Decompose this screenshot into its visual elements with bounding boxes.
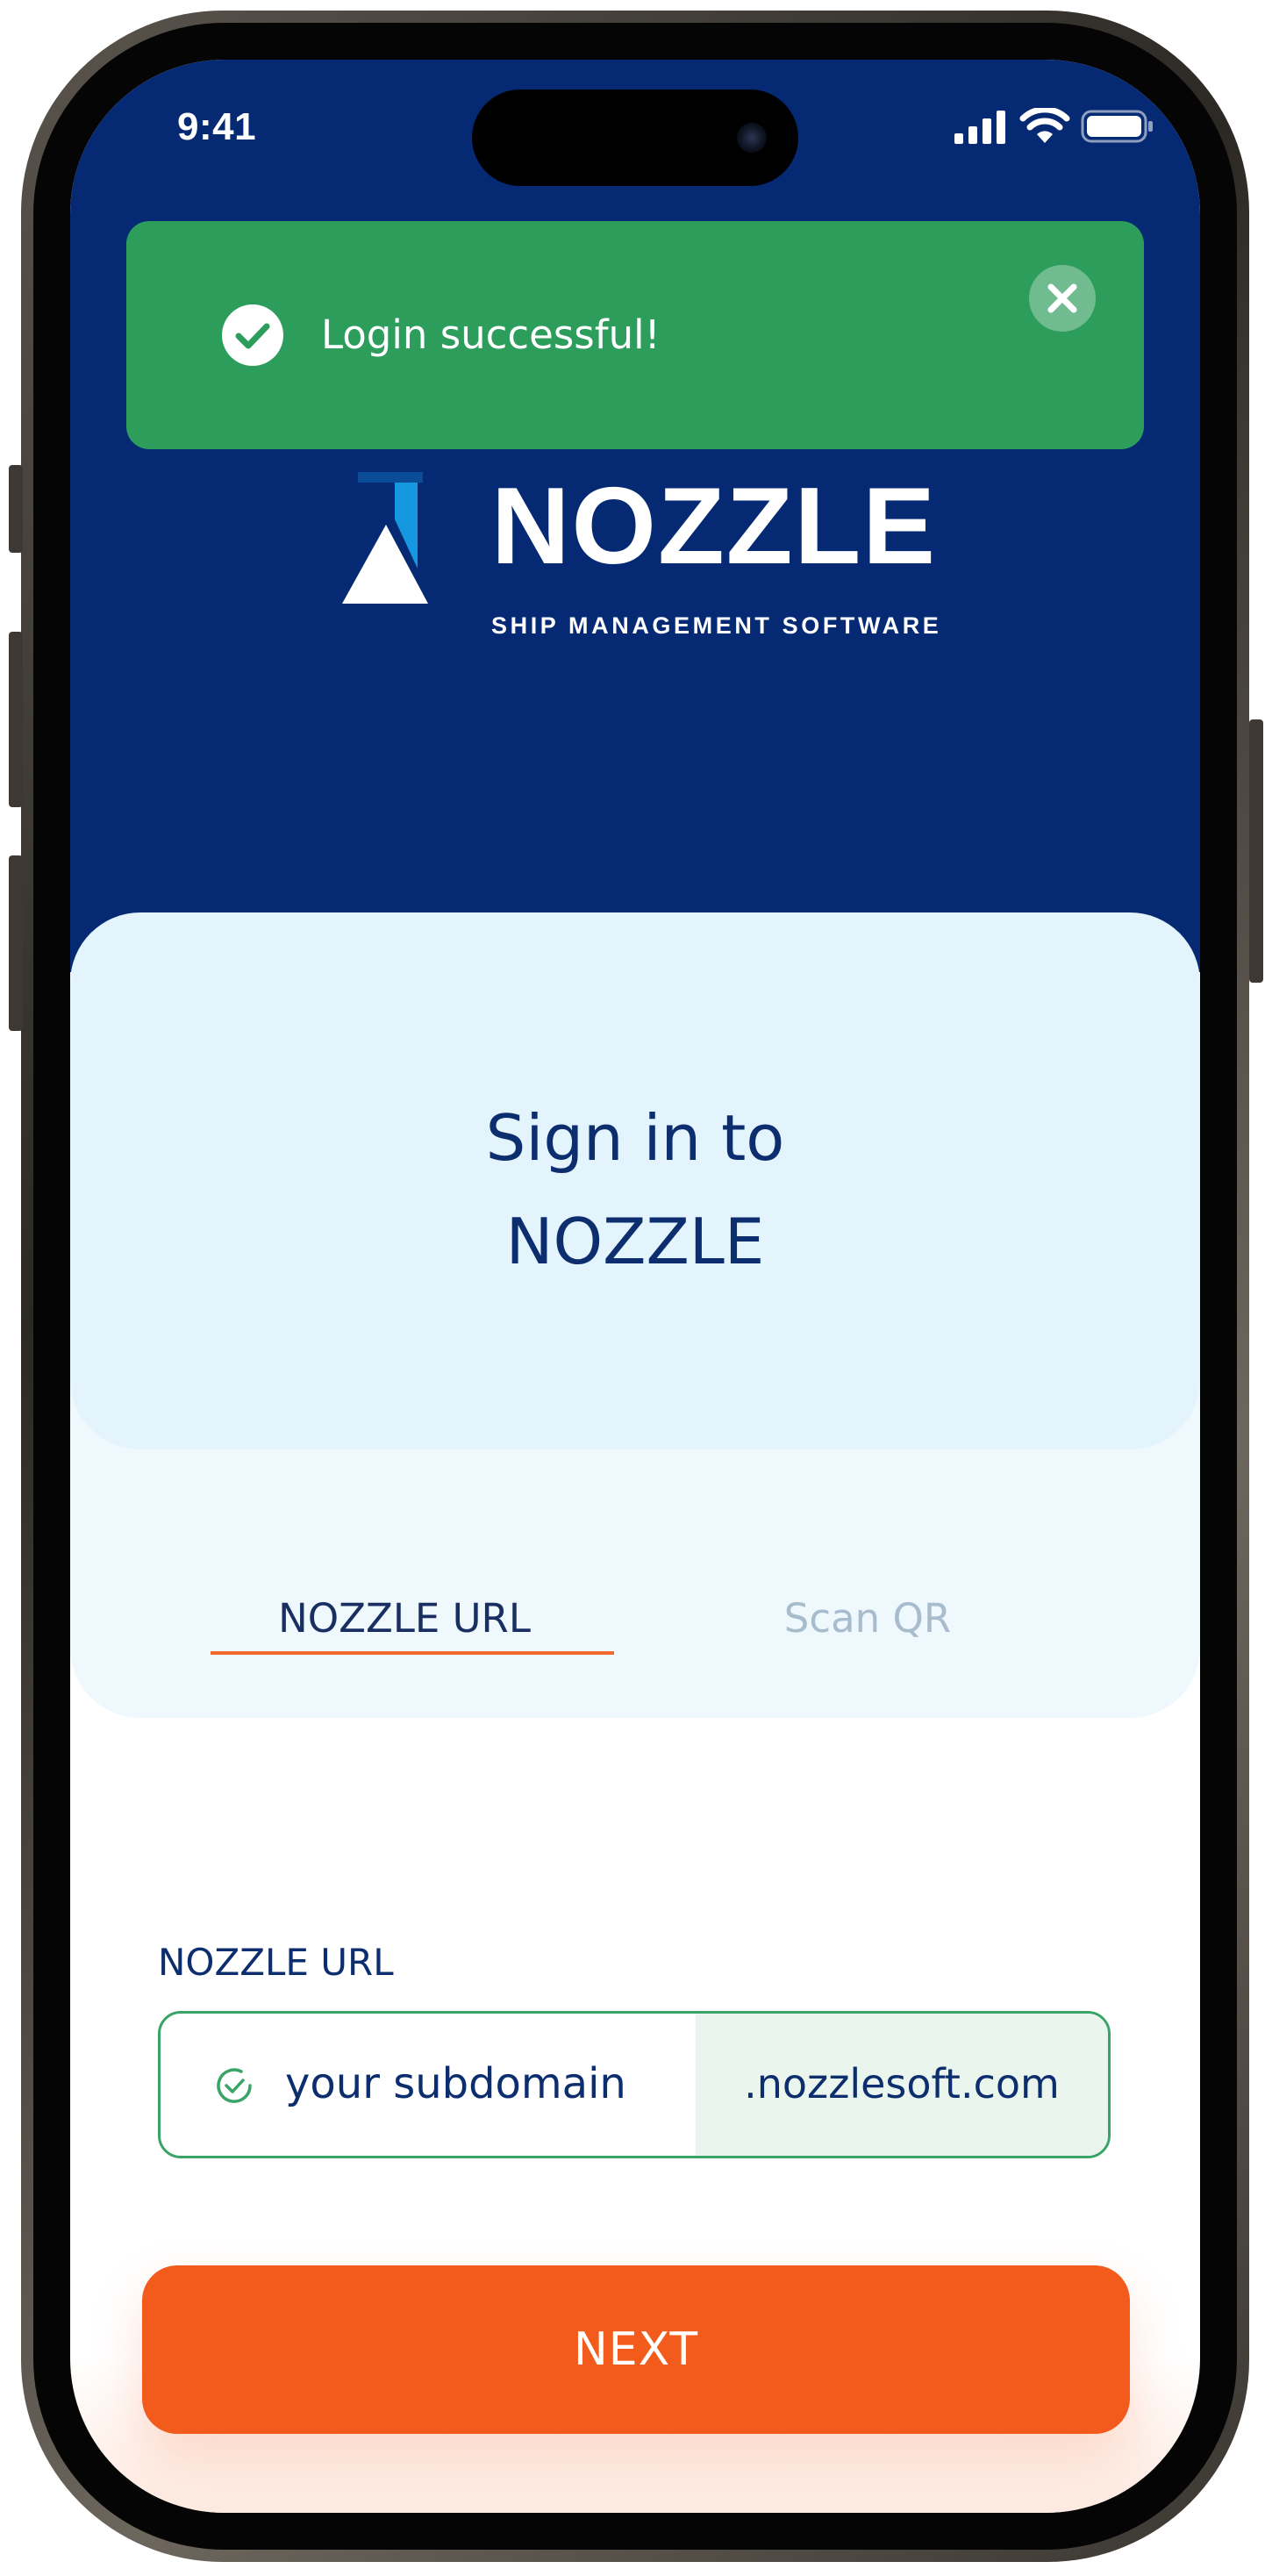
- battery-icon: [1081, 110, 1153, 143]
- url-field[interactable]: your subdomain .nozzlesoft.com: [158, 2011, 1111, 2158]
- action-button: [9, 465, 23, 553]
- wifi-icon: [1019, 108, 1070, 143]
- url-field-label: NOZZLE URL: [158, 1941, 394, 1984]
- title-line-1: Sign in to: [485, 1101, 785, 1175]
- cellular-signal-icon: [954, 111, 1005, 144]
- next-button-label: NEXT: [573, 2323, 699, 2376]
- valid-check-icon: [217, 2068, 252, 2103]
- dynamic-island: [472, 89, 798, 186]
- nozzle-logo-mark: [342, 472, 428, 604]
- brand-tagline: SHIP MANAGEMENT SOFTWARE: [491, 612, 942, 639]
- check-circle-icon: [222, 304, 283, 366]
- toast-close-button[interactable]: [1029, 265, 1096, 332]
- front-camera: [737, 123, 767, 153]
- screen: 9:41 Login successful! NOZZLE SHIP MANAG…: [70, 60, 1200, 2513]
- title-line-2: NOZZLE: [505, 1205, 765, 1278]
- brand-wordmark: NOZZLE: [491, 466, 937, 587]
- status-icons: [953, 108, 1154, 144]
- active-tab-indicator: [211, 1651, 614, 1655]
- status-time: 9:41: [177, 105, 257, 148]
- brand-logo: NOZZLE SHIP MANAGEMENT SOFTWARE: [342, 428, 974, 656]
- success-toast: Login successful!: [126, 221, 1144, 449]
- toast-message: Login successful!: [321, 311, 661, 358]
- power-button: [1249, 719, 1263, 983]
- volume-down-button: [9, 855, 23, 1031]
- subdomain-input[interactable]: your subdomain: [285, 2059, 626, 2108]
- volume-up-button: [9, 632, 23, 807]
- page-title: Sign in to NOZZLE: [70, 1086, 1200, 1293]
- url-suffix: .nozzlesoft.com: [744, 2060, 1060, 2107]
- tab-nozzle-url[interactable]: NOZZLE URL: [209, 1595, 600, 1642]
- page: 9:41 Login successful! NOZZLE SHIP MANAG…: [0, 0, 1272, 2576]
- status-bar: 9:41: [70, 60, 1200, 191]
- close-icon: [1047, 283, 1077, 313]
- tab-scan-qr[interactable]: Scan QR: [672, 1595, 1063, 1642]
- next-button[interactable]: NEXT: [142, 2265, 1130, 2434]
